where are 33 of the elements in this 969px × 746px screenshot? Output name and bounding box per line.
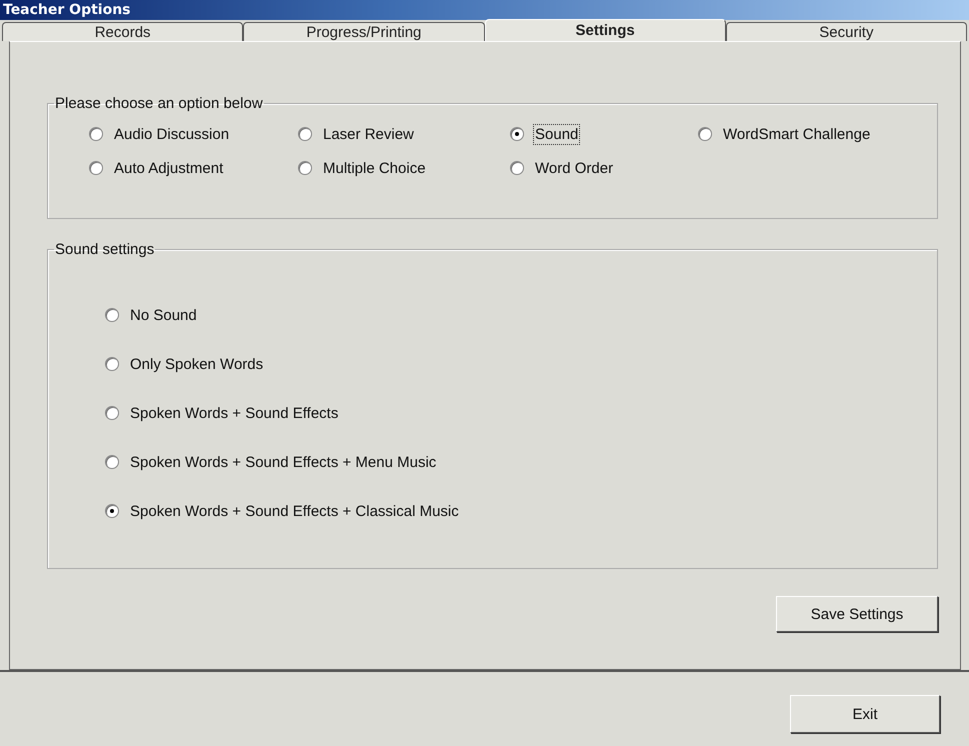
radio-button[interactable] [89,161,103,175]
save-settings-button[interactable]: Save Settings [776,596,938,632]
radio-label[interactable]: Sound [533,124,580,144]
tab[interactable]: Security [726,22,967,41]
radio-label[interactable]: Spoken Words + Sound Effects [128,402,340,424]
radio-label[interactable]: Multiple Choice [321,158,428,178]
radio-label[interactable]: Only Spoken Words [128,354,266,374]
radio-button[interactable] [105,308,119,322]
exit-button[interactable]: Exit [790,695,940,733]
tab[interactable]: Records [2,22,244,41]
radio-label[interactable]: Audio Discussion [112,124,232,144]
radio-label[interactable]: Spoken Words + Sound Effects + Classical Music [128,500,461,522]
radio-label[interactable]: No Sound [128,304,199,326]
radio-button[interactable] [105,357,119,371]
radio-button[interactable] [105,406,119,420]
radio-label[interactable]: Auto Adjustment [112,158,226,178]
radio-button[interactable] [298,161,312,175]
radio-label[interactable]: Spoken Words + Sound Effects + Menu Music [128,452,438,472]
tab[interactable]: Progress/Printing [243,22,484,41]
radio-button[interactable] [105,504,119,518]
window-title: Teacher Options [3,2,131,18]
group-title: Sound settings [54,241,156,258]
radio-button[interactable] [89,127,103,141]
radio-label[interactable]: Laser Review [321,124,416,144]
radio-button[interactable] [510,127,524,141]
radio-button[interactable] [698,127,712,141]
radio-label[interactable]: Word Order [533,158,616,178]
radio-button[interactable] [298,127,312,141]
group-title: Please choose an option below [54,95,264,112]
tab[interactable]: Settings [484,19,726,41]
radio-label[interactable]: WordSmart Challenge [721,124,872,144]
radio-button[interactable] [105,455,119,469]
radio-button[interactable] [510,161,524,175]
